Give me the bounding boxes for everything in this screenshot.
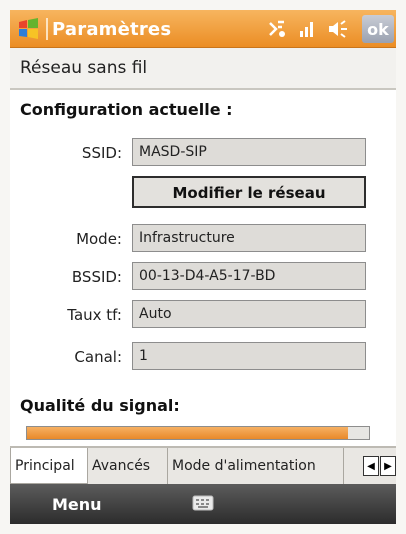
start-windows-icon[interactable] — [16, 18, 42, 40]
mode-field: Infrastructure — [132, 224, 366, 252]
rate-field: Auto — [132, 300, 366, 328]
mode-label: Mode: — [76, 230, 122, 248]
tab-avances[interactable]: Avancés — [88, 448, 168, 484]
section-title-current-config: Configuration actuelle : — [20, 100, 233, 119]
ssid-field: MASD-SIP — [132, 138, 366, 166]
channel-field: 1 — [132, 342, 366, 370]
status-icons — [266, 16, 350, 42]
modify-network-button[interactable]: Modifier le réseau — [132, 176, 366, 208]
ssid-label: SSID: — [81, 144, 122, 162]
signal-quality-fill — [27, 427, 349, 439]
connectivity-icon[interactable] — [266, 19, 288, 39]
title-separator — [46, 18, 48, 40]
signal-quality-label: Qualité du signal: — [20, 396, 180, 415]
menu-bar: Menu — [10, 484, 396, 524]
page-title: Réseau sans fil — [20, 58, 148, 78]
tab-strip: Principal Avancés Mode d'alimentation ◀ … — [10, 446, 396, 484]
scroll-left-icon[interactable]: ◀ — [363, 456, 379, 476]
content-area: Configuration actuelle : SSID: MASD-SIP … — [10, 90, 396, 446]
channel-label: Canal: — [74, 348, 122, 366]
page-header: Réseau sans fil — [10, 48, 396, 90]
scroll-right-icon[interactable]: ▶ — [380, 456, 396, 476]
bssid-label: BSSID: — [71, 268, 122, 286]
bssid-field: 00-13-D4-A5-17-BD — [132, 262, 366, 290]
title-bar: Paramètres ok — [10, 10, 396, 48]
tab-scroll-buttons: ◀ ▶ — [362, 456, 396, 476]
rate-label: Taux tf: — [67, 306, 122, 324]
keyboard-icon[interactable] — [192, 494, 214, 512]
volume-icon[interactable] — [326, 19, 350, 39]
signal-icon[interactable] — [298, 19, 316, 39]
menu-softkey[interactable]: Menu — [52, 495, 102, 514]
tab-power-mode[interactable]: Mode d'alimentation — [168, 448, 344, 484]
tab-principal[interactable]: Principal — [10, 448, 88, 484]
app-title: Paramètres — [52, 19, 172, 40]
signal-quality-bar — [26, 426, 370, 440]
ok-button[interactable]: ok — [362, 15, 394, 43]
device-screen: Paramètres ok Réseau sans fil Configurat… — [0, 0, 406, 534]
